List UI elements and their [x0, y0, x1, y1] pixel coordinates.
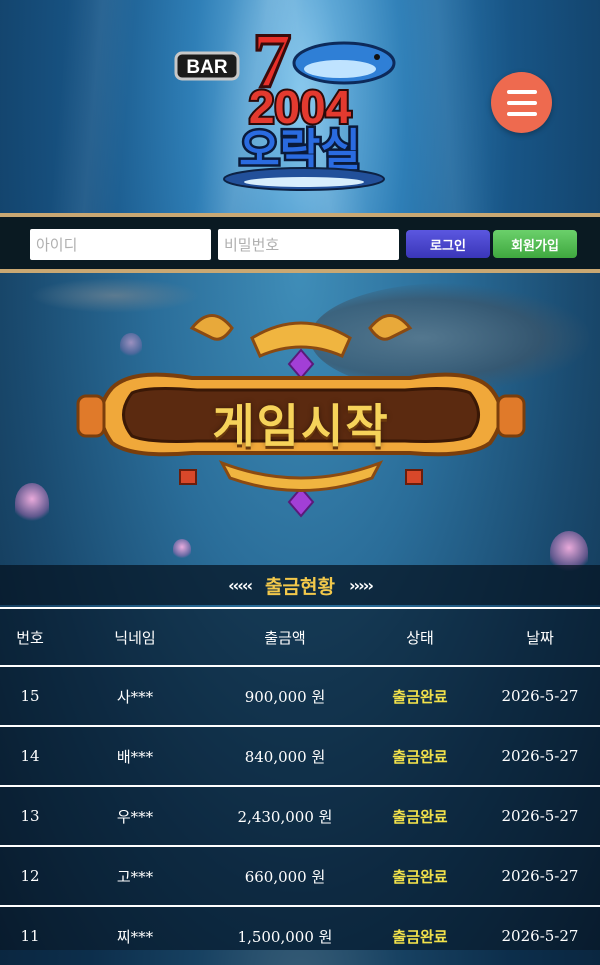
table-row: 14 배*** 840,000 원 출금완료 2026-5-27	[0, 725, 600, 785]
login-bar: 로그인 회원가입	[0, 213, 600, 273]
row-nick: 우***	[116, 807, 154, 826]
table-row: 12 고*** 660,000 원 출금완료 2026-5-27	[0, 845, 600, 905]
signup-button[interactable]: 회원가입	[493, 230, 577, 258]
row-date: 2026-5-27	[501, 927, 579, 945]
table-header-row: 번호 닉네임 출금액 상태 날짜	[0, 607, 600, 665]
row-amount: 660,000 원	[244, 867, 326, 886]
withdraw-status-title: 출금현황	[265, 575, 335, 598]
row-status: 출금완료	[392, 807, 448, 826]
header-status: 상태	[406, 628, 434, 647]
row-amount: 1,500,000 원	[237, 927, 333, 946]
table-row: 15 사*** 900,000 원 출금완료 2026-5-27	[0, 665, 600, 725]
row-nick: 고***	[116, 867, 154, 886]
row-date: 2026-5-27	[501, 687, 579, 705]
game-start-label: 게임시작	[212, 399, 390, 453]
row-status: 출금완료	[392, 747, 448, 766]
password-input[interactable]	[218, 229, 399, 260]
header-nick: 닉네임	[114, 628, 156, 647]
table-row: 13 우*** 2,430,000 원 출금완료 2026-5-27	[0, 785, 600, 845]
game-start-button[interactable]: 게임시작	[72, 298, 530, 523]
row-date: 2026-5-27	[501, 867, 579, 885]
row-date: 2026-5-27	[501, 747, 579, 765]
row-amount: 2,430,000 원	[237, 807, 333, 826]
withdraw-title-bar: ‹‹‹‹‹ 출금현황 ›››››	[0, 565, 600, 605]
username-input[interactable]	[30, 229, 211, 260]
row-no: 12	[20, 867, 40, 885]
row-status: 출금완료	[392, 927, 448, 946]
jellyfish-image	[15, 483, 49, 523]
header-no: 번호	[16, 628, 44, 647]
table-row: 11 찌*** 1,500,000 원 출금완료 2026-5-27	[0, 905, 600, 965]
row-nick: 배***	[116, 747, 154, 766]
row-no: 13	[20, 807, 40, 825]
header-amount: 출금액	[264, 628, 306, 647]
site-logo[interactable]: BAR 7 2004 오락실	[172, 16, 428, 195]
header-date: 날짜	[526, 628, 554, 647]
menu-line	[506, 111, 537, 116]
chevrons-left-icon: ‹‹‹‹‹	[228, 575, 253, 595]
row-no: 14	[20, 747, 40, 765]
logo-graphic: BAR 7 2004 오락실	[174, 16, 396, 191]
logo-bar-text: BAR	[186, 57, 227, 78]
header: BAR 7 2004 오락실	[0, 0, 600, 213]
row-amount: 900,000 원	[244, 687, 326, 706]
row-status: 출금완료	[392, 867, 448, 886]
row-nick: 사***	[116, 687, 154, 706]
menu-line	[506, 100, 537, 105]
hamburger-menu-icon[interactable]	[491, 72, 552, 133]
row-date: 2026-5-27	[501, 807, 579, 825]
row-status: 출금완료	[392, 687, 448, 706]
login-button[interactable]: 로그인	[406, 230, 490, 258]
row-no: 15	[20, 687, 40, 705]
menu-line	[506, 89, 537, 94]
chevrons-right-icon: ›››››	[348, 575, 374, 595]
row-no: 11	[20, 927, 40, 945]
row-amount: 840,000 원	[244, 747, 326, 766]
jellyfish-image	[173, 539, 191, 559]
row-nick: 찌***	[116, 927, 154, 946]
withdraw-table: 번호 닉네임 출금액 상태 날짜 15 사*** 900,000 원 출금완료 …	[0, 607, 600, 965]
